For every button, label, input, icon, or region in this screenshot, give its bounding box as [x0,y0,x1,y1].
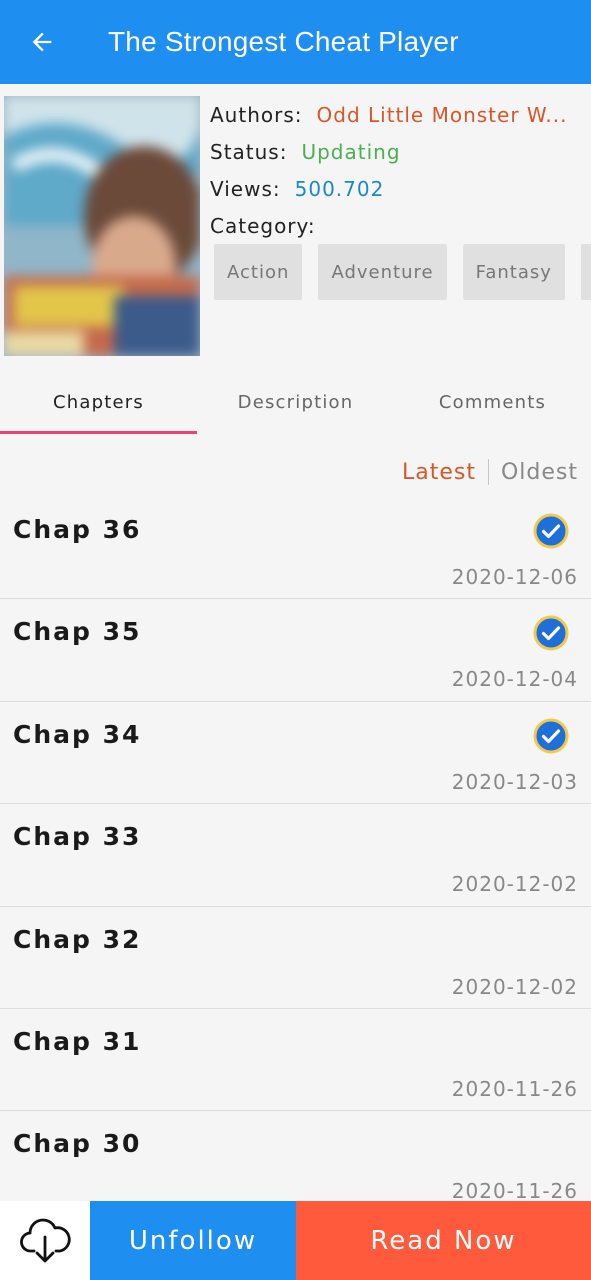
category-chip-adventure[interactable]: Adventure [318,244,447,300]
chapter-date: 2020-12-02 [451,872,578,897]
chapter-list: Chap 36 2020-12-06 Chap 35 2020-12-04 Ch… [0,497,591,1214]
chapter-row[interactable]: Chap 35 2020-12-04 [0,599,591,702]
category-chips: Action Adventure Fantasy M [214,244,591,300]
tab-comments[interactable]: Comments [394,370,591,434]
chapter-date: 2020-12-02 [451,974,578,999]
bottom-action-bar: Unfollow Read Now [0,1201,591,1280]
back-button[interactable] [0,0,84,84]
tab-description[interactable]: Description [197,370,394,434]
status-row: Status: Updating [210,133,591,170]
status-value: Updating [301,139,401,164]
download-button[interactable] [0,1201,90,1280]
chapter-title: Chap 36 [13,515,142,544]
views-value: 500.702 [294,176,385,201]
read-now-button[interactable]: Read Now [296,1201,591,1280]
chapter-row[interactable]: Chap 36 2020-12-06 [0,497,591,600]
authors-value[interactable]: Odd Little Monster W... [317,103,568,127]
detail-tabs: Chapters Description Comments [0,370,591,434]
sort-oldest-button[interactable]: Oldest [501,460,578,485]
meta-block: Authors: Odd Little Monster W... Status:… [210,96,591,244]
views-label: Views: [210,176,281,201]
chapter-row[interactable]: Chap 31 2020-11-26 [0,1009,591,1112]
chapter-title: Chap 31 [13,1026,142,1056]
read-check-icon [533,718,569,754]
manga-info: Authors: Odd Little Monster W... Status:… [0,84,591,370]
chapter-title: Chap 33 [13,822,142,852]
chapter-row[interactable]: Chap 30 2020-11-26 [0,1111,591,1214]
views-row: Views: 500.702 [210,170,591,207]
page-title: The Strongest Cheat Player [108,26,459,57]
category-chip-partial[interactable]: M [581,244,591,300]
tab-chapters[interactable]: Chapters [0,370,197,434]
sort-toggle: Latest Oldest [402,456,578,488]
chapter-row[interactable]: Chap 32 2020-12-02 [0,907,591,1009]
read-check-icon [533,513,569,549]
unfollow-button[interactable]: Unfollow [90,1201,296,1280]
cloud-download-icon [20,1218,71,1262]
authors-label: Authors: [210,102,303,127]
chapter-title: Chap 35 [13,617,142,647]
category-row: Category: [210,207,591,244]
sort-divider [487,459,489,485]
sort-latest-button[interactable]: Latest [402,460,476,485]
read-check-icon [533,615,569,651]
chapter-row[interactable]: Chap 33 2020-12-02 [0,804,591,907]
chapter-title: Chap 32 [13,924,142,954]
category-label: Category: [210,213,316,238]
authors-row: Authors: Odd Little Monster W... [210,96,591,133]
category-chip-action[interactable]: Action [214,244,303,300]
status-label: Status: [210,139,288,164]
chapter-date: 2020-12-06 [451,565,578,589]
arrow-left-icon [32,32,52,52]
manga-detail-screen: The Strongest Cheat Player Authors: Odd … [0,0,591,1280]
category-chip-fantasy[interactable]: Fantasy [462,244,565,300]
chapter-title: Chap 30 [13,1129,142,1159]
chapter-title: Chap 34 [13,719,142,749]
chapter-date: 2020-11-26 [451,1076,578,1101]
chapter-date: 2020-12-04 [451,667,578,692]
cover-image [4,96,200,356]
chapter-date: 2020-11-26 [451,1179,578,1204]
top-app-bar: The Strongest Cheat Player [0,0,591,84]
chapter-row[interactable]: Chap 34 2020-12-03 [0,702,591,805]
chapter-date: 2020-12-03 [451,769,578,794]
